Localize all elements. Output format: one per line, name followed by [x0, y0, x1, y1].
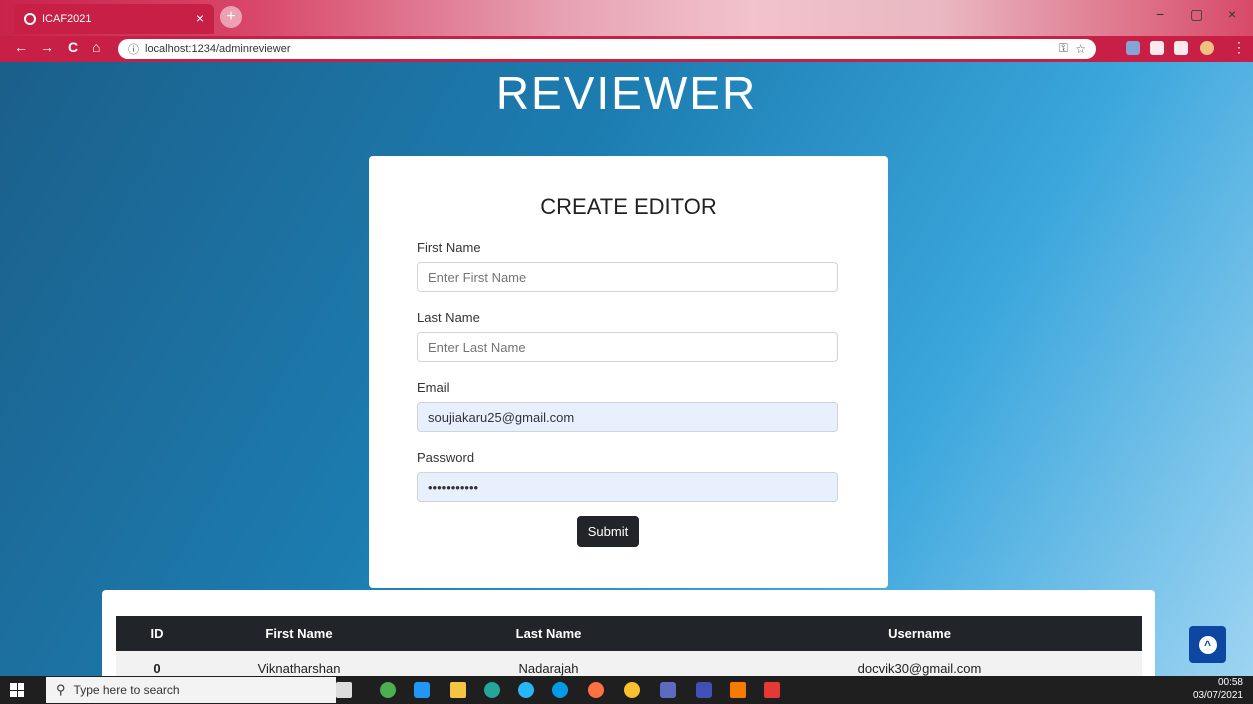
- profile-avatar-icon[interactable]: [1200, 41, 1214, 55]
- task-view-icon[interactable]: [336, 682, 352, 698]
- pocket-extension-icon[interactable]: [1150, 41, 1164, 55]
- file-explorer-icon[interactable]: [450, 682, 466, 698]
- browser-menu-icon[interactable]: ⋮: [1232, 39, 1246, 56]
- address-bar-row: ← → C ⌂ ⓘ localhost:1234/adminreviewer ⚿…: [0, 36, 1253, 62]
- teams-icon[interactable]: [660, 682, 676, 698]
- column-header-last-name: Last Name: [400, 616, 697, 651]
- chrome-icon[interactable]: [624, 682, 640, 698]
- telegram-icon[interactable]: [518, 682, 534, 698]
- password-label: Password: [417, 450, 475, 465]
- edge-icon[interactable]: [552, 682, 568, 698]
- new-tab-button[interactable]: +: [220, 6, 242, 28]
- zoom-icon[interactable]: [696, 682, 712, 698]
- windows-start-icon[interactable]: [10, 683, 24, 697]
- acrobat-icon[interactable]: [764, 682, 780, 698]
- chevron-up-icon: ^: [1198, 635, 1217, 654]
- scroll-to-top-button[interactable]: ^: [1189, 626, 1226, 663]
- tray-time: 00:58: [1217, 677, 1243, 688]
- tab-close-icon[interactable]: ×: [196, 10, 204, 26]
- maximize-icon[interactable]: ▢: [1190, 6, 1203, 23]
- close-window-icon[interactable]: ×: [1228, 6, 1236, 22]
- app-icon-2[interactable]: [484, 682, 500, 698]
- form-title: CREATE EDITOR: [540, 194, 717, 219]
- email-input[interactable]: [417, 402, 838, 432]
- vscode-icon[interactable]: [414, 682, 430, 698]
- extension-icon[interactable]: [1126, 41, 1140, 55]
- last-name-input[interactable]: [417, 332, 838, 362]
- search-icon: ⚲: [56, 682, 66, 697]
- system-tray: 00:58 03/07/2021: [1193, 676, 1243, 702]
- password-key-icon[interactable]: ⚿: [1059, 41, 1068, 56]
- submit-button[interactable]: Submit: [577, 516, 639, 547]
- taskbar-search-box[interactable]: ⚲ Type here to search: [46, 677, 336, 703]
- password-input[interactable]: [417, 472, 838, 502]
- column-header-first-name: First Name: [198, 616, 400, 651]
- extensions-puzzle-icon[interactable]: [1174, 41, 1188, 55]
- back-icon[interactable]: ←: [14, 39, 28, 55]
- home-icon[interactable]: ⌂: [92, 39, 100, 55]
- git-icon[interactable]: [730, 682, 746, 698]
- reload-icon[interactable]: C: [68, 39, 78, 55]
- last-name-label: Last Name: [417, 310, 480, 325]
- page-content: REVIEWER CREATE EDITOR First Name Last N…: [0, 62, 1253, 690]
- email-label: Email: [417, 380, 450, 395]
- table-header-row: ID First Name Last Name Username: [116, 616, 1142, 651]
- browser-tab-strip: ICAF2021 × + − ▢ ×: [0, 0, 1253, 36]
- page-heading: REVIEWER: [495, 67, 758, 119]
- create-editor-form: CREATE EDITOR First Name Last Name Email…: [369, 156, 888, 588]
- forward-icon[interactable]: →: [40, 39, 54, 55]
- tab-title: ICAF2021: [42, 13, 92, 25]
- url-text: localhost:1234/adminreviewer: [145, 43, 291, 55]
- firefox-icon[interactable]: [588, 682, 604, 698]
- first-name-input[interactable]: [417, 262, 838, 292]
- bookmark-star-icon[interactable]: ☆: [1075, 42, 1086, 56]
- site-info-icon[interactable]: ⓘ: [128, 41, 139, 57]
- editors-table: ID First Name Last Name Username 0 Vikna…: [116, 616, 1142, 685]
- url-bar[interactable]: ⓘ localhost:1234/adminreviewer ⚿ ☆: [118, 39, 1096, 59]
- minimize-icon[interactable]: −: [1156, 6, 1164, 22]
- app-icon[interactable]: [380, 682, 396, 698]
- first-name-label: First Name: [417, 240, 481, 255]
- windows-taskbar: ⚲ Type here to search 00:58 03/07/2021: [0, 676, 1253, 704]
- browser-tab[interactable]: ICAF2021 ×: [14, 4, 214, 34]
- tray-date: 03/07/2021: [1192, 690, 1243, 701]
- column-header-id: ID: [116, 616, 198, 651]
- taskbar-search-placeholder: Type here to search: [73, 683, 180, 697]
- editors-table-card: ID First Name Last Name Username 0 Vikna…: [102, 590, 1155, 690]
- column-header-username: Username: [697, 616, 1142, 651]
- tab-favicon-icon: [24, 13, 36, 25]
